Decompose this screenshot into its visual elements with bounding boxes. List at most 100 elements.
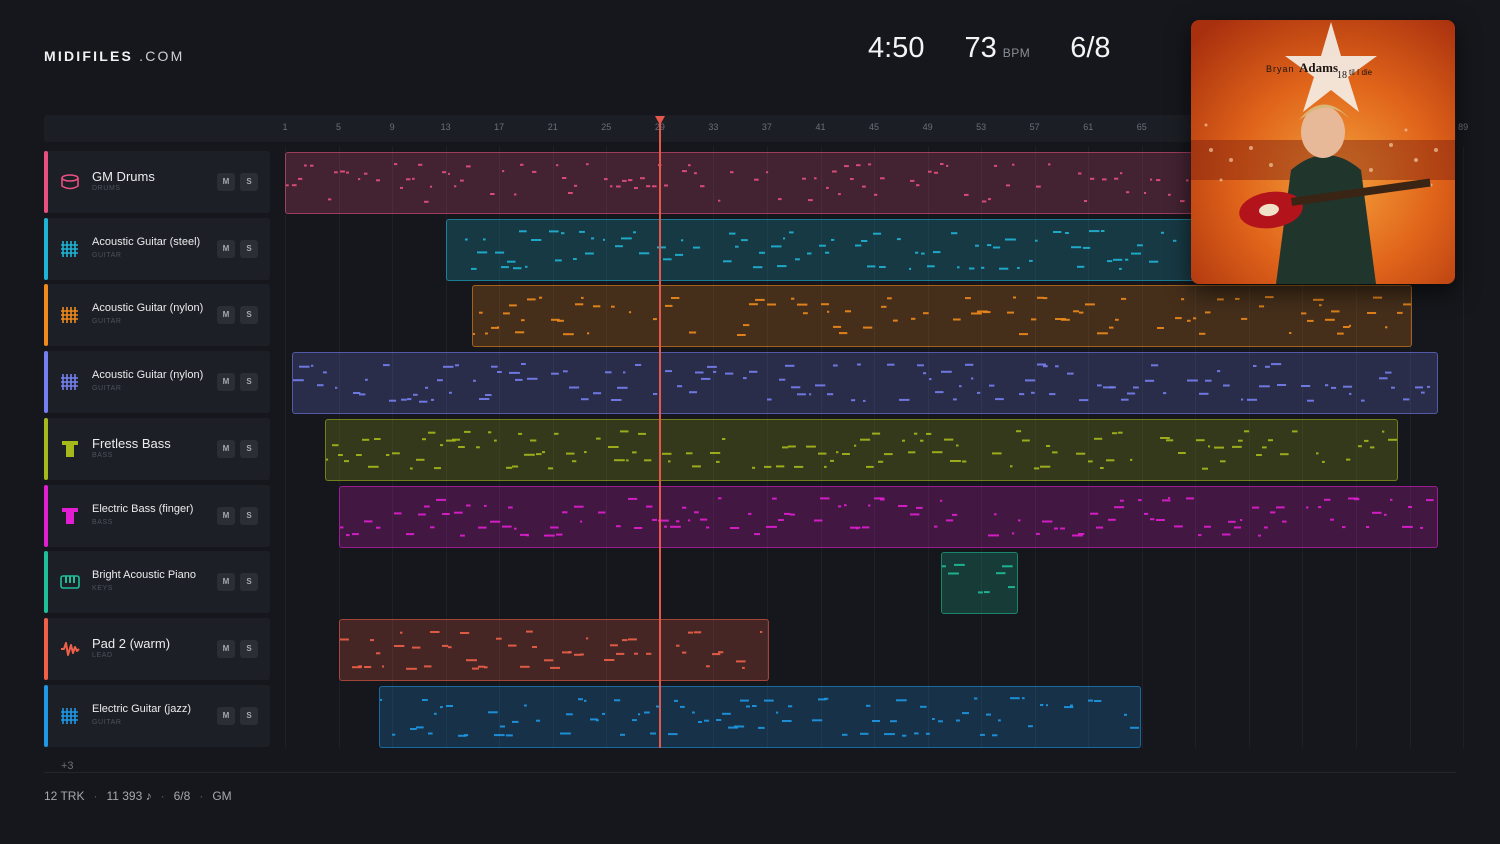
solo-button[interactable]: S xyxy=(240,239,258,258)
song-stats: 4:50 73 BPM 6/8 xyxy=(868,32,1151,65)
midi-region[interactable] xyxy=(940,552,1018,615)
cover-artist-text: Bryan xyxy=(1266,64,1295,74)
track-name: Acoustic Guitar (steel) xyxy=(92,235,201,248)
mute-button[interactable]: M xyxy=(217,173,235,191)
ruler-tick-label: 17 xyxy=(494,122,505,132)
track-category: BASS xyxy=(92,451,114,459)
ruler-tick-label: 41 xyxy=(815,122,826,132)
note-pattern xyxy=(292,363,1430,403)
midi-region[interactable] xyxy=(472,285,1412,348)
playhead-marker[interactable] xyxy=(654,116,665,125)
svg-text:til I die: til I die xyxy=(1349,68,1373,77)
mute-button[interactable]: M xyxy=(217,373,235,392)
track-color-bar xyxy=(44,351,48,414)
track-row[interactable]: Electric Bass (finger) BASS M S xyxy=(44,484,270,547)
footer-standard: GM xyxy=(212,789,232,803)
ruler-tick-label: 5 xyxy=(336,122,342,132)
ruler-tick-label: 89 xyxy=(1458,122,1469,132)
midi-region[interactable] xyxy=(291,352,1439,415)
grid-line xyxy=(1463,146,1465,748)
track-category: GUITAR xyxy=(92,718,122,726)
track-category: BASS xyxy=(92,518,114,526)
track-color-bar xyxy=(44,617,48,680)
mute-button[interactable]: M xyxy=(217,306,235,325)
track-color-bar xyxy=(44,217,48,280)
solo-button[interactable]: S xyxy=(240,573,258,592)
ruler-tick-label: 45 xyxy=(869,122,880,132)
mute-button[interactable]: M xyxy=(217,506,235,525)
midi-region[interactable] xyxy=(325,418,1399,481)
track-row[interactable]: GM Drums DRUMS M S xyxy=(44,151,270,213)
brand-logo: MIDIFILES .COM xyxy=(44,48,185,64)
footer-note-count: 11 393 ♪ xyxy=(106,789,152,803)
ruler-tick-label: 1 xyxy=(282,122,288,132)
mute-button[interactable]: M xyxy=(217,639,235,658)
track-category: GUITAR xyxy=(92,251,122,259)
guitar-icon xyxy=(60,372,80,392)
solo-button[interactable]: S xyxy=(240,373,258,392)
more-tracks-label[interactable]: +3 xyxy=(61,760,74,772)
track-row[interactable]: Bright Acoustic Piano KEYS M S xyxy=(44,551,270,614)
time-signature-stat: 6/8 xyxy=(1070,32,1111,64)
wave-icon xyxy=(60,639,80,659)
track-name: Bright Acoustic Piano xyxy=(92,569,196,582)
solo-button[interactable]: S xyxy=(240,506,258,525)
track-category: DRUMS xyxy=(92,185,121,192)
ruler-tick-label: 49 xyxy=(922,122,933,132)
ruler-tick-label: 9 xyxy=(389,122,395,132)
note-pattern xyxy=(339,630,762,670)
footer-summary: 12 TRK · 11 393 ♪ · 6/8 · GM xyxy=(44,789,232,803)
solo-button[interactable]: S xyxy=(240,439,258,458)
track-color-bar xyxy=(44,484,48,547)
track-name: Fretless Bass xyxy=(92,435,171,451)
track-row[interactable]: Fretless Bass BASS M S xyxy=(44,417,270,480)
solo-button[interactable]: S xyxy=(240,706,258,725)
cover-artist-bold: Adams xyxy=(1299,60,1338,75)
mute-button[interactable]: M xyxy=(217,439,235,458)
duration-stat: 4:50 xyxy=(868,32,925,64)
svg-text:18: 18 xyxy=(1337,70,1347,81)
ruler-tick-label: 53 xyxy=(976,122,987,132)
ruler-tick-label: 13 xyxy=(440,122,451,132)
guitar-icon xyxy=(60,305,80,325)
track-color-bar xyxy=(44,151,48,213)
track-name: Pad 2 (warm) xyxy=(92,635,171,651)
mute-button[interactable]: M xyxy=(217,573,235,592)
note-pattern xyxy=(473,296,1411,337)
track-color-bar xyxy=(44,284,48,347)
ruler-tick-label: 61 xyxy=(1083,122,1094,132)
track-row[interactable]: Acoustic Guitar (nylon) GUITAR M S xyxy=(44,351,270,414)
track-name: GM Drums xyxy=(92,169,155,184)
mute-button[interactable]: M xyxy=(217,706,235,725)
bass-icon xyxy=(60,506,80,526)
track-color-bar xyxy=(44,684,48,747)
grid-line xyxy=(285,146,286,748)
drum-icon xyxy=(60,172,80,192)
midi-region[interactable] xyxy=(338,485,1439,548)
ruler-tick-label: 37 xyxy=(761,122,772,132)
track-row[interactable]: Acoustic Guitar (nylon) GUITAR M S xyxy=(44,284,270,347)
track-category: GUITAR xyxy=(92,318,122,326)
solo-button[interactable]: S xyxy=(240,173,258,191)
track-category: GUITAR xyxy=(92,385,122,393)
track-row[interactable]: Electric Guitar (jazz) GUITAR M S xyxy=(44,684,270,747)
note-pattern xyxy=(379,696,1139,737)
note-pattern xyxy=(326,429,1398,470)
ruler-tick-label: 25 xyxy=(601,122,612,132)
guitar-icon xyxy=(60,239,80,259)
track-name: Electric Bass (finger) xyxy=(92,502,194,515)
playhead[interactable] xyxy=(658,122,661,748)
keyboard-icon xyxy=(60,572,80,592)
tempo-stat: 73 BPM xyxy=(964,32,1031,64)
track-name: Acoustic Guitar (nylon) xyxy=(92,302,204,315)
midi-region[interactable] xyxy=(338,618,769,681)
track-color-bar xyxy=(44,417,48,480)
track-row[interactable]: Pad 2 (warm) LEAD M S xyxy=(44,617,270,680)
solo-button[interactable]: S xyxy=(240,639,258,658)
ruler-tick-label: 57 xyxy=(1029,122,1040,132)
solo-button[interactable]: S xyxy=(240,306,258,325)
mute-button[interactable]: M xyxy=(217,239,235,258)
track-row[interactable]: Acoustic Guitar (steel) GUITAR M S xyxy=(44,217,270,280)
midi-region[interactable] xyxy=(378,685,1142,748)
bass-icon xyxy=(60,439,80,459)
